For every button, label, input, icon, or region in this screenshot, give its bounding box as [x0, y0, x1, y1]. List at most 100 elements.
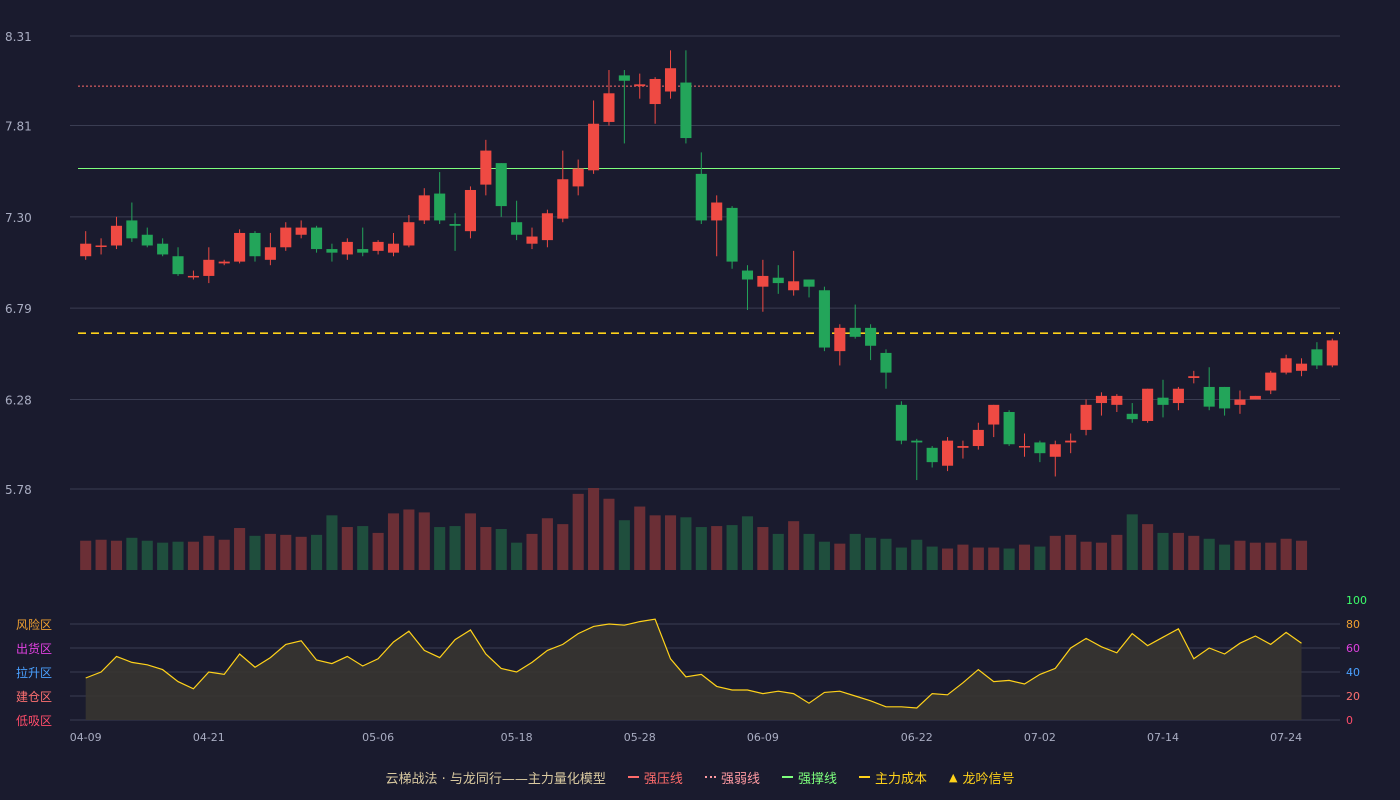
volume-bar: [680, 517, 692, 570]
volume-bar: [603, 498, 615, 570]
volume-bar: [464, 513, 476, 570]
candle-body: [1280, 358, 1292, 373]
volume-bar: [1049, 535, 1061, 570]
candle-body: [618, 75, 630, 81]
volume-bar: [1095, 542, 1107, 570]
volume-bar: [249, 535, 261, 570]
candle-body: [1311, 349, 1323, 366]
candle-body: [695, 173, 707, 221]
price-tick-label: 6.28: [5, 393, 32, 407]
legend-model-text: 云梯战法 · 与龙同行——主力量化模型: [385, 771, 606, 787]
candle-body: [403, 222, 415, 246]
candle-body: [541, 213, 553, 241]
candle-body: [849, 327, 861, 337]
candle-body: [126, 220, 138, 239]
legend-item-support: 强撑线: [781, 768, 837, 787]
candle-body: [326, 249, 338, 253]
volume-bar: [141, 540, 153, 570]
candle-body: [680, 82, 692, 139]
candle-body: [772, 277, 784, 284]
candle-body: [1065, 440, 1077, 443]
candlesticks: [80, 50, 1338, 481]
candle-body: [1034, 442, 1046, 454]
date-tick-label: 07-24: [1270, 731, 1302, 744]
volume-bar: [818, 541, 830, 570]
candle-body: [1265, 372, 1277, 391]
volume-bar: [972, 547, 984, 570]
candle-body: [249, 232, 261, 257]
volume-bar: [264, 533, 276, 570]
price-tick-label: 7.30: [5, 211, 32, 225]
candle-body: [372, 241, 384, 251]
candle-body: [449, 224, 461, 226]
volume-bar: [495, 529, 507, 570]
candle-body: [1080, 404, 1092, 430]
candle-body: [387, 243, 400, 253]
volume-bar: [1157, 532, 1169, 570]
volume-bar: [418, 512, 430, 570]
volume-bar: [588, 488, 600, 570]
volume-bar: [372, 532, 384, 570]
volume-bar: [1280, 538, 1292, 570]
volume-bar: [911, 539, 923, 570]
volume-bar: [295, 536, 307, 570]
volume-bar: [649, 515, 661, 570]
volume-bar: [1018, 544, 1031, 570]
candle-body: [603, 93, 615, 122]
volume-bar: [95, 539, 107, 570]
volume-bar: [865, 537, 877, 570]
volume-bar: [618, 520, 630, 570]
legend-swatch-cost: [858, 776, 870, 778]
date-tick-label: 05-06: [362, 731, 394, 744]
candle-body: [480, 150, 492, 185]
candle-body: [988, 404, 1000, 425]
volume-bar: [880, 538, 892, 570]
volume-bar: [403, 509, 415, 570]
volume-bar: [157, 542, 169, 570]
candle-body: [172, 256, 184, 275]
legend-item-resistance: 强压线: [627, 768, 683, 787]
volume-bars: [80, 488, 1308, 570]
volume-bar: [1065, 534, 1077, 570]
candle-body: [972, 429, 984, 447]
oscillator-tick-label: 40: [1346, 666, 1360, 679]
volume-bar: [1034, 546, 1046, 570]
legend-item-cost: 主力成本: [858, 768, 927, 787]
candle-body: [280, 227, 292, 248]
candle-body: [834, 327, 846, 352]
candle-body: [218, 261, 230, 264]
candle-body: [880, 352, 892, 373]
volume-bar: [311, 534, 323, 570]
volume-bar: [449, 526, 461, 570]
volume-bar: [1172, 532, 1184, 570]
oscillator-tick-label: 0: [1346, 714, 1353, 727]
candle-body: [926, 447, 938, 463]
volume-bar: [942, 548, 954, 570]
volume-bar: [788, 521, 800, 570]
candle-body: [1049, 444, 1061, 457]
volume-bar: [926, 546, 938, 570]
date-axis: 04-09 04-21 05-06 05-18 05-28 06-09 06-22 07-02…: [70, 731, 1302, 744]
volume-bar: [1265, 542, 1277, 570]
candle-body: [526, 236, 538, 244]
candle-body: [511, 222, 523, 235]
legend-label-signal: 龙吟信号: [962, 771, 1015, 787]
oscillator-tick-label: 20: [1346, 690, 1360, 703]
candle-body: [942, 440, 954, 466]
reference-lines: [78, 85, 1340, 335]
candle-body: [957, 446, 969, 448]
candle-body: [664, 68, 677, 92]
candle-body: [1249, 395, 1261, 400]
volume-bar: [1126, 514, 1138, 570]
volume-bar: [387, 513, 400, 570]
volume-bar: [126, 537, 138, 570]
candle-body: [1157, 397, 1169, 405]
volume-bar: [988, 547, 1000, 570]
volume-bar: [218, 539, 230, 570]
volume-bar: [695, 527, 707, 570]
price-tick-label: 8.31: [5, 30, 32, 44]
candle-body: [1003, 412, 1015, 445]
candle-body: [187, 275, 199, 278]
volume-bar: [1219, 544, 1231, 570]
price-gridlines: [70, 35, 1340, 490]
